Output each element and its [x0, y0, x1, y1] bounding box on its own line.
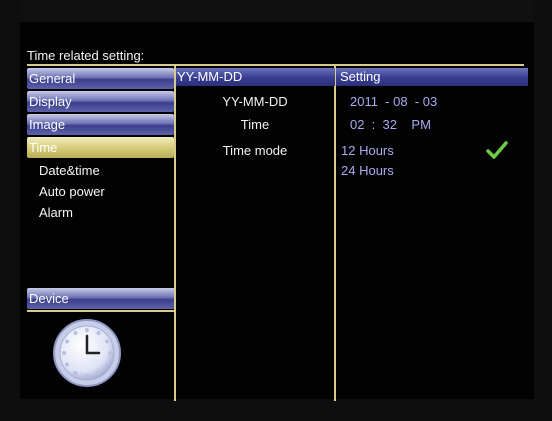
header-divider	[27, 64, 524, 66]
middle-column-header: YY-MM-DD	[176, 68, 335, 86]
option-12-hours[interactable]: 12 Hours	[341, 143, 394, 158]
menu-item-image[interactable]: Image	[27, 114, 174, 135]
device-divider	[27, 310, 174, 312]
setting-label-time-mode: Time mode	[222, 143, 288, 158]
time-value[interactable]: 02 : 32 PM	[350, 117, 431, 132]
tv-screen: Time related setting: General Display Im…	[0, 0, 552, 421]
menu-item-device[interactable]: Device	[27, 288, 176, 309]
page-title: Time related setting:	[27, 48, 145, 63]
bezel-top	[0, 0, 552, 22]
submenu-item-alarm[interactable]: Alarm	[39, 202, 174, 223]
bezel-right	[534, 0, 552, 421]
setting-label-date: YY-MM-DD	[222, 94, 288, 109]
column-divider-2	[334, 66, 336, 401]
clock-icon	[52, 318, 122, 388]
setting-label-time: Time	[240, 117, 270, 132]
settings-menu: General Display Image Time Date&time Aut…	[27, 68, 174, 223]
right-column-header: Setting	[336, 68, 528, 86]
submenu-item-date-time[interactable]: Date&time	[39, 160, 174, 181]
date-value[interactable]: 2011 - 08 - 03	[350, 94, 437, 109]
bezel-left	[0, 0, 20, 421]
menu-item-time[interactable]: Time	[27, 137, 174, 158]
bezel-bottom	[0, 399, 552, 421]
checkmark-icon	[486, 141, 508, 159]
menu-item-general[interactable]: General	[27, 68, 174, 89]
menu-item-display[interactable]: Display	[27, 91, 174, 112]
time-submenu: Date&time Auto power Alarm	[27, 160, 174, 223]
option-24-hours[interactable]: 24 Hours	[341, 163, 394, 178]
submenu-item-auto-power[interactable]: Auto power	[39, 181, 174, 202]
